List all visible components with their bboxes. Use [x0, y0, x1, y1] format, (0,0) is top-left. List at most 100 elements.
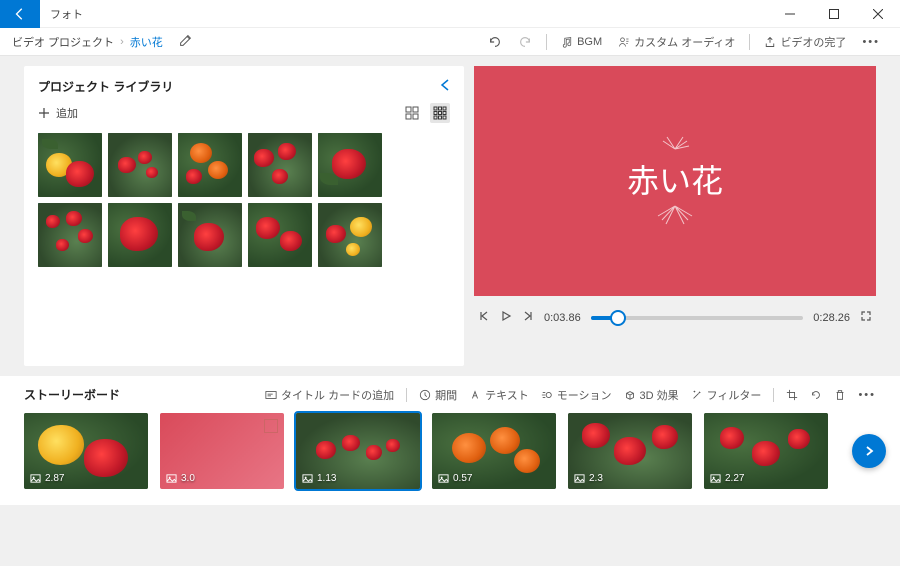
- clip-duration: 0.57: [453, 473, 472, 484]
- rotate-button[interactable]: [810, 389, 822, 401]
- flourish-bottom-icon: [652, 202, 698, 231]
- library-thumb[interactable]: [178, 133, 242, 197]
- separator: [406, 388, 407, 402]
- toolbar: ビデオ プロジェクト › 赤い花 BGM カスタム オーディオ ビデオの完了 •…: [0, 28, 900, 56]
- breadcrumb-current[interactable]: 赤い花: [130, 34, 163, 50]
- library-thumb[interactable]: [108, 133, 172, 197]
- storyboard-clip[interactable]: 1.13: [296, 413, 420, 489]
- window-controls: [768, 0, 900, 28]
- chevron-left-icon: [440, 78, 450, 92]
- view-large-grid-button[interactable]: [402, 103, 422, 123]
- maximize-button[interactable]: [812, 0, 856, 28]
- motion-icon: [541, 389, 553, 401]
- chevron-right-icon: [862, 444, 876, 458]
- export-icon: [764, 36, 776, 48]
- image-icon: [30, 473, 41, 484]
- duration-label: 期間: [435, 387, 457, 403]
- close-button[interactable]: [856, 0, 900, 28]
- clock-icon: [419, 389, 431, 401]
- image-icon: [438, 473, 449, 484]
- clip-duration: 2.3: [589, 473, 603, 484]
- minimize-button[interactable]: [768, 0, 812, 28]
- finish-video-button[interactable]: ビデオの完了: [764, 34, 846, 50]
- crop-button[interactable]: [786, 389, 798, 401]
- library-thumb[interactable]: [38, 133, 102, 197]
- plus-icon: [38, 107, 50, 119]
- 3d-effects-button[interactable]: 3D 効果: [624, 387, 679, 403]
- storyboard-clip[interactable]: 2.27: [704, 413, 828, 489]
- chevron-right-icon: ›: [120, 36, 124, 48]
- breadcrumb-root[interactable]: ビデオ プロジェクト: [12, 34, 114, 50]
- undo-button[interactable]: [488, 35, 502, 49]
- storyboard-clip[interactable]: 3.0: [160, 413, 284, 489]
- motion-button[interactable]: モーション: [541, 387, 612, 403]
- storyboard-more-button[interactable]: •••: [858, 389, 876, 401]
- back-button[interactable]: [0, 0, 40, 28]
- library-thumb[interactable]: [178, 203, 242, 267]
- seek-bar[interactable]: [591, 316, 804, 320]
- view-small-grid-button[interactable]: [430, 103, 450, 123]
- library-thumbnails: [38, 133, 450, 267]
- image-icon: [574, 473, 585, 484]
- fullscreen-button[interactable]: [860, 310, 872, 325]
- storyboard-clips: 2.87 3.0 1.13 0.57 2.3 2.27: [24, 413, 876, 489]
- finish-label: ビデオの完了: [780, 34, 846, 50]
- preview-panel: 赤い花 0:03.86 0:28.26: [474, 66, 876, 366]
- title-card-label: タイトル カードの追加: [281, 387, 394, 403]
- library-thumb[interactable]: [318, 133, 382, 197]
- storyboard-title: ストーリーボード: [24, 386, 120, 403]
- library-thumb[interactable]: [108, 203, 172, 267]
- redo-button[interactable]: [518, 35, 532, 49]
- play-button[interactable]: [500, 310, 512, 325]
- next-frame-button[interactable]: [522, 310, 534, 325]
- text-label: テキスト: [485, 387, 529, 403]
- more-button[interactable]: •••: [862, 36, 880, 48]
- custom-audio-button[interactable]: カスタム オーディオ: [618, 34, 735, 50]
- duration-button[interactable]: 期間: [419, 387, 457, 403]
- title-card-indicator-icon: [264, 419, 278, 433]
- add-title-card-button[interactable]: タイトル カードの追加: [265, 387, 394, 403]
- storyboard-section: ストーリーボード タイトル カードの追加 期間 テキスト モーション 3D 効果…: [0, 376, 900, 505]
- 3d-label: 3D 効果: [640, 387, 679, 403]
- collapse-library-button[interactable]: [440, 78, 450, 95]
- bgm-label: BGM: [577, 36, 602, 48]
- music-icon: [561, 36, 573, 48]
- crop-icon: [786, 389, 798, 401]
- edit-name-button[interactable]: [179, 34, 192, 50]
- motion-label: モーション: [557, 387, 612, 403]
- filter-button[interactable]: フィルター: [691, 387, 762, 403]
- title-card-icon: [265, 389, 277, 401]
- flourish-top-icon: [655, 131, 695, 156]
- cube-icon: [624, 389, 636, 401]
- add-media-button[interactable]: 追加: [38, 105, 78, 121]
- library-thumb[interactable]: [38, 203, 102, 267]
- storyboard-clip[interactable]: 2.87: [24, 413, 148, 489]
- library-thumb[interactable]: [248, 133, 312, 197]
- image-icon: [302, 473, 313, 484]
- bgm-button[interactable]: BGM: [561, 36, 602, 48]
- delete-button[interactable]: [834, 389, 846, 401]
- rotate-icon: [810, 389, 822, 401]
- main-area: プロジェクト ライブラリ 追加: [0, 56, 900, 376]
- storyboard-clip[interactable]: 0.57: [432, 413, 556, 489]
- breadcrumb: ビデオ プロジェクト › 赤い花: [12, 34, 192, 50]
- app-title: フォト: [50, 6, 768, 22]
- text-icon: [469, 389, 481, 401]
- preview-video[interactable]: 赤い花: [474, 66, 876, 296]
- custom-audio-label: カスタム オーディオ: [634, 34, 735, 50]
- trash-icon: [834, 389, 846, 401]
- wand-icon: [691, 389, 703, 401]
- text-button[interactable]: テキスト: [469, 387, 529, 403]
- library-thumb[interactable]: [318, 203, 382, 267]
- prev-frame-button[interactable]: [478, 310, 490, 325]
- seek-thumb[interactable]: [610, 310, 626, 326]
- add-label: 追加: [56, 105, 78, 121]
- scroll-right-button[interactable]: [852, 434, 886, 468]
- current-time: 0:03.86: [544, 312, 581, 324]
- separator: [749, 34, 750, 50]
- clip-duration: 3.0: [181, 473, 195, 484]
- storyboard-clip[interactable]: 2.3: [568, 413, 692, 489]
- library-thumb[interactable]: [248, 203, 312, 267]
- separator: [773, 388, 774, 402]
- clip-duration: 1.13: [317, 473, 336, 484]
